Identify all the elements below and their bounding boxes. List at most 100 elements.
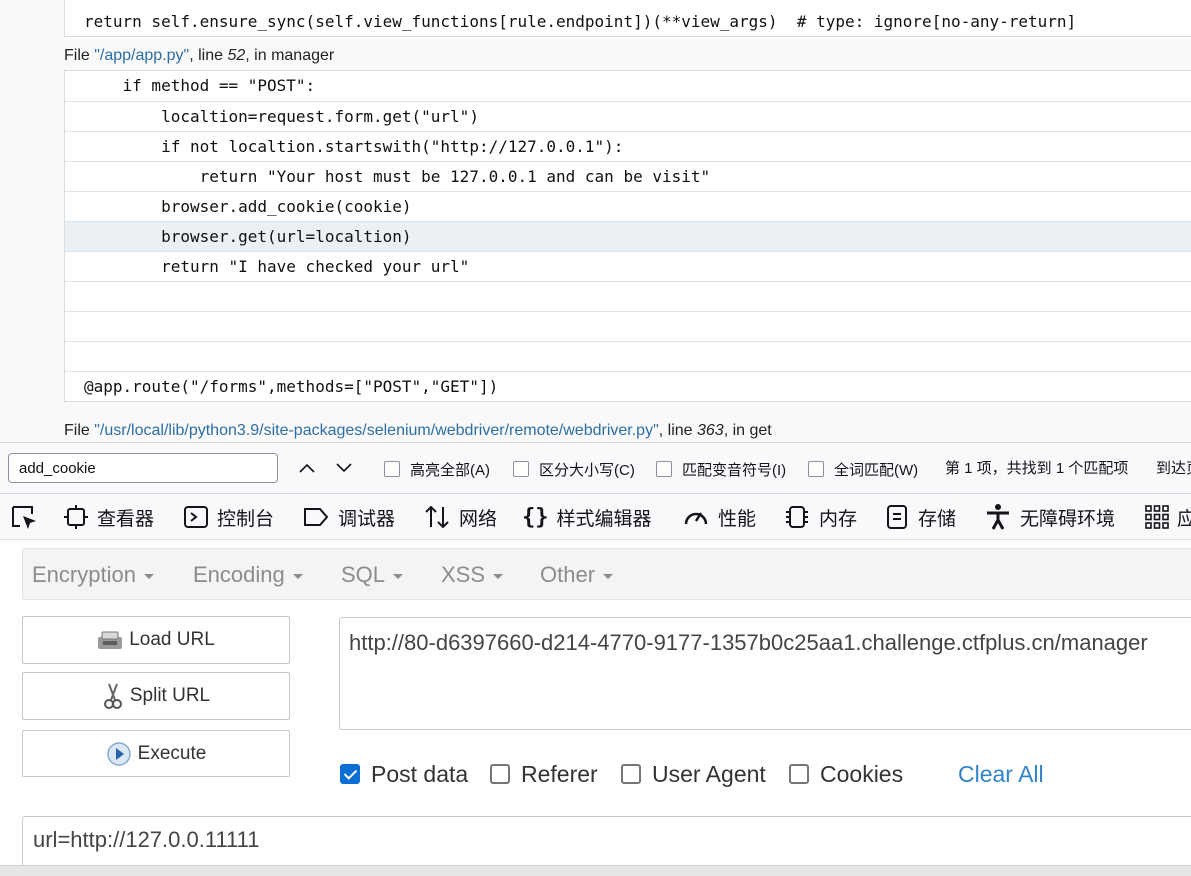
- devtools-toolbar: 查看器 控制台 调试器 网络 {} 样式编辑器 性能 内存 存储 无障碍环境: [0, 494, 1191, 540]
- find-input[interactable]: [8, 453, 278, 483]
- debugger-icon: [304, 508, 329, 526]
- whole-words-checkbox[interactable]: [808, 461, 824, 477]
- code-line: browser.add_cookie(cookie): [65, 191, 1191, 221]
- code-line: if not localtion.startswith("http://127.…: [65, 131, 1191, 161]
- post-data-toggle[interactable]: Post data: [340, 760, 468, 788]
- tab-application[interactable]: 应: [1145, 494, 1191, 539]
- inspector-icon: [64, 505, 88, 529]
- load-url-icon: [98, 631, 123, 649]
- tab-label: 样式编辑器: [556, 508, 652, 530]
- referer-checkbox[interactable]: [490, 764, 510, 784]
- scrollbar-track[interactable]: [0, 865, 1191, 876]
- function-name: get: [749, 422, 772, 439]
- menu-label: XSS: [441, 562, 486, 587]
- button-label: Split URL: [129, 685, 211, 706]
- code-line-current: browser.get(url=localtion): [65, 221, 1191, 251]
- cookies-toggle[interactable]: Cookies: [789, 760, 903, 788]
- split-url-button[interactable]: Split URL: [22, 672, 290, 720]
- tab-label: 内存: [819, 508, 858, 530]
- tab-inspector[interactable]: 查看器: [63, 494, 155, 539]
- console-icon: [184, 506, 208, 528]
- play-icon: [106, 741, 131, 766]
- tab-label: 查看器: [97, 508, 155, 530]
- find-bar: 高亮全部(A) 区分大小写(C) 匹配变音符号(I) 全词匹配(W) 第 1 项…: [0, 442, 1191, 494]
- menu-label: Encoding: [193, 562, 285, 587]
- option-label: 高亮全部(A): [410, 461, 490, 479]
- tab-label: 存储: [918, 508, 957, 530]
- traceback-panel: return self.ensure_sync(self.view_functi…: [0, 0, 1191, 442]
- match-case-option[interactable]: 区分大小写(C): [513, 458, 635, 480]
- code-line: return self.ensure_sync(self.view_functi…: [84, 12, 1077, 31]
- file-path[interactable]: "/usr/local/lib/python3.9/site-packages/…: [94, 422, 659, 439]
- whole-words-option[interactable]: 全词匹配(W): [808, 458, 918, 480]
- function-name: manager: [271, 47, 335, 64]
- code-frame-2: if method == "POST": localtion=request.f…: [64, 70, 1191, 402]
- menu-sql[interactable]: SQL: [341, 549, 404, 601]
- url-textarea[interactable]: http://80-d6397660-d214-4770-9177-1357b0…: [339, 617, 1191, 730]
- network-icon: [425, 505, 449, 529]
- caret-down-icon: [493, 573, 504, 579]
- match-diacritics-checkbox[interactable]: [656, 461, 672, 477]
- element-picker-button[interactable]: [10, 494, 46, 539]
- user-agent-checkbox[interactable]: [621, 764, 641, 784]
- option-label: 匹配变音符号(I): [682, 461, 787, 479]
- tab-label: 性能: [718, 508, 757, 530]
- style-editor-icon: {}: [522, 504, 549, 530]
- line-label: , line: [189, 47, 228, 64]
- in-label: , in: [723, 422, 750, 439]
- file-prefix: File: [64, 422, 95, 439]
- button-label: Execute: [137, 742, 207, 764]
- tab-accessibility[interactable]: 无障碍环境: [984, 494, 1116, 539]
- menu-xss[interactable]: XSS: [441, 549, 504, 601]
- tab-label: 控制台: [217, 508, 275, 530]
- tab-debugger[interactable]: 调试器: [302, 494, 395, 539]
- menu-label: Other: [540, 562, 596, 587]
- tab-label: 无障碍环境: [1020, 508, 1116, 530]
- tab-console[interactable]: 控制台: [183, 494, 275, 539]
- execute-button[interactable]: Execute: [22, 730, 290, 777]
- code-line: [65, 281, 1191, 311]
- menu-encryption[interactable]: Encryption: [32, 549, 154, 601]
- tab-style-editor[interactable]: {} 样式编辑器: [522, 494, 652, 539]
- caret-down-icon: [143, 573, 154, 579]
- post-data-checkbox[interactable]: [340, 764, 360, 784]
- chevron-down-icon: [336, 463, 352, 473]
- menu-label: SQL: [341, 562, 386, 587]
- match-case-checkbox[interactable]: [513, 461, 529, 477]
- hackbar-panel: Encryption Encoding SQL XSS Other Load U…: [0, 540, 1191, 875]
- check-label: Cookies: [820, 760, 904, 787]
- find-status-next: 到达页: [1156, 460, 1191, 477]
- menu-other[interactable]: Other: [540, 549, 614, 601]
- tab-storage[interactable]: 存储: [884, 494, 957, 539]
- referer-toggle[interactable]: Referer: [490, 760, 598, 788]
- code-line: if method == "POST":: [84, 76, 316, 95]
- highlight-all-checkbox[interactable]: [384, 461, 400, 477]
- match-diacritics-option[interactable]: 匹配变音符号(I): [656, 458, 786, 480]
- option-label: 区分大小写(C): [539, 461, 635, 479]
- line-label: , line: [658, 422, 697, 439]
- tab-label: 应: [1177, 504, 1191, 531]
- clear-all-link[interactable]: Clear All: [958, 760, 1044, 788]
- tab-network[interactable]: 网络: [423, 494, 497, 539]
- tab-memory[interactable]: 内存: [783, 494, 858, 539]
- line-number: 363: [697, 422, 724, 439]
- find-next-button[interactable]: [331, 455, 357, 481]
- menu-label: Encryption: [32, 562, 136, 587]
- cookies-checkbox[interactable]: [789, 764, 809, 784]
- storage-icon: [887, 505, 907, 529]
- tab-performance[interactable]: 性能: [682, 494, 757, 539]
- file-prefix: File: [64, 47, 95, 64]
- load-url-button[interactable]: Load URL: [22, 616, 290, 664]
- menu-encoding[interactable]: Encoding: [193, 549, 303, 601]
- file-path[interactable]: "/app/app.py": [94, 47, 189, 64]
- line-number: 52: [227, 47, 246, 64]
- hackbar-menu: Encryption Encoding SQL XSS Other: [22, 548, 1191, 600]
- post-data-textarea[interactable]: url=http://127.0.0.11111: [22, 816, 1191, 870]
- find-previous-button[interactable]: [294, 455, 320, 481]
- highlight-all-option[interactable]: 高亮全部(A): [384, 458, 490, 480]
- code-line: localtion=request.form.get("url"): [65, 101, 1191, 131]
- frame-file-line: File "/app/app.py", line 52, in manager: [64, 47, 334, 65]
- user-agent-toggle[interactable]: User Agent: [621, 760, 766, 788]
- check-label: Post data: [371, 760, 469, 787]
- element-picker-icon: [12, 506, 36, 529]
